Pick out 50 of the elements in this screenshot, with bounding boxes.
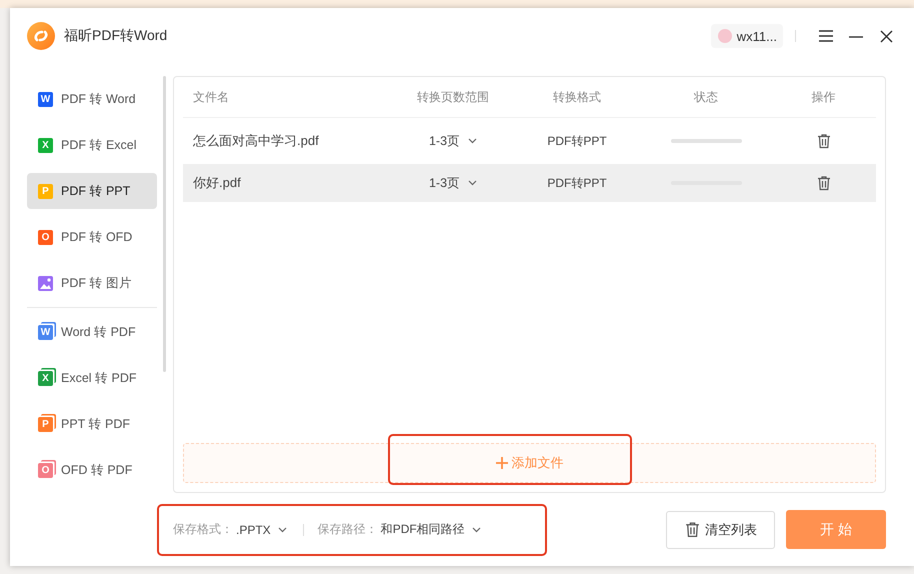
save-format-select[interactable]: 保存格式： .PPTX [173,521,287,538]
sidebar-item[interactable]: PDF 转 图片 [27,265,157,301]
sidebar-item[interactable]: W PDF 转 Word [27,81,157,117]
sidebar-item[interactable]: P PDF 转 PPT [27,173,157,209]
column-header: 操作 [812,88,836,106]
trash-icon [816,175,832,191]
caret-icon [468,180,478,186]
page-range-select[interactable]: 1-3页 [428,174,478,192]
page-range-select[interactable]: 1-3页 [428,132,478,150]
file-type-icon: O [38,462,53,478]
delete-button[interactable] [816,175,832,191]
file-type-icon: X [38,138,53,152]
file-type-icon: O [38,230,53,244]
file-name: 怎么面对高中学习.pdf [192,132,319,150]
sidebar-item[interactable]: W Word 转 PDF [27,314,157,350]
trash-icon [684,521,701,538]
sidebar-item[interactable]: O PDF 转 OFD [27,219,157,255]
file-type-icon: W [38,324,53,340]
avatar-icon [716,28,733,44]
plus-icon [496,457,508,469]
save-path-select[interactable]: 保存路径： 和PDF相同路径 [318,521,481,538]
trash-icon [816,133,832,149]
column-header: 转换页数范围 [417,88,489,106]
clear-list-button[interactable]: 清空列表 [666,510,775,548]
file-type-icon: W [38,92,53,106]
format-cell: PDF转PPT [547,174,607,192]
scrollbar-thumb[interactable] [163,76,166,372]
file-type-icon: P [38,184,53,198]
file-type-icon: X [38,370,53,386]
caret-icon [468,138,478,144]
user-chip[interactable]: wx11... [710,24,783,48]
column-header: 状态 [694,88,718,106]
sidebar-item[interactable]: X PDF 转 Excel [27,127,157,163]
file-name: 你好.pdf [192,174,241,192]
delete-button[interactable] [816,133,832,149]
file-row[interactable]: 怎么面对高中学习.pdf 1-3页 PDF转PPT [183,122,876,160]
sidebar-item[interactable]: X Excel 转 PDF [27,360,157,396]
format-cell: PDF转PPT [547,132,607,150]
logo-icon [27,22,55,50]
sidebar-item[interactable]: P PPT 转 PDF [27,406,157,442]
close-icon [880,30,892,42]
column-header: 转换格式 [553,88,601,106]
file-row[interactable]: 你好.pdf 1-3页 PDF转PPT [183,164,876,202]
caret-icon [278,526,287,532]
menu-icon [819,30,833,42]
sidebar-item[interactable]: O OFD 转 PDF [27,452,157,488]
caret-icon [472,526,481,532]
window-title: 福昕PDF转Word [64,27,168,45]
column-header: 文件名 [192,88,229,106]
file-type-icon: P [38,416,53,432]
